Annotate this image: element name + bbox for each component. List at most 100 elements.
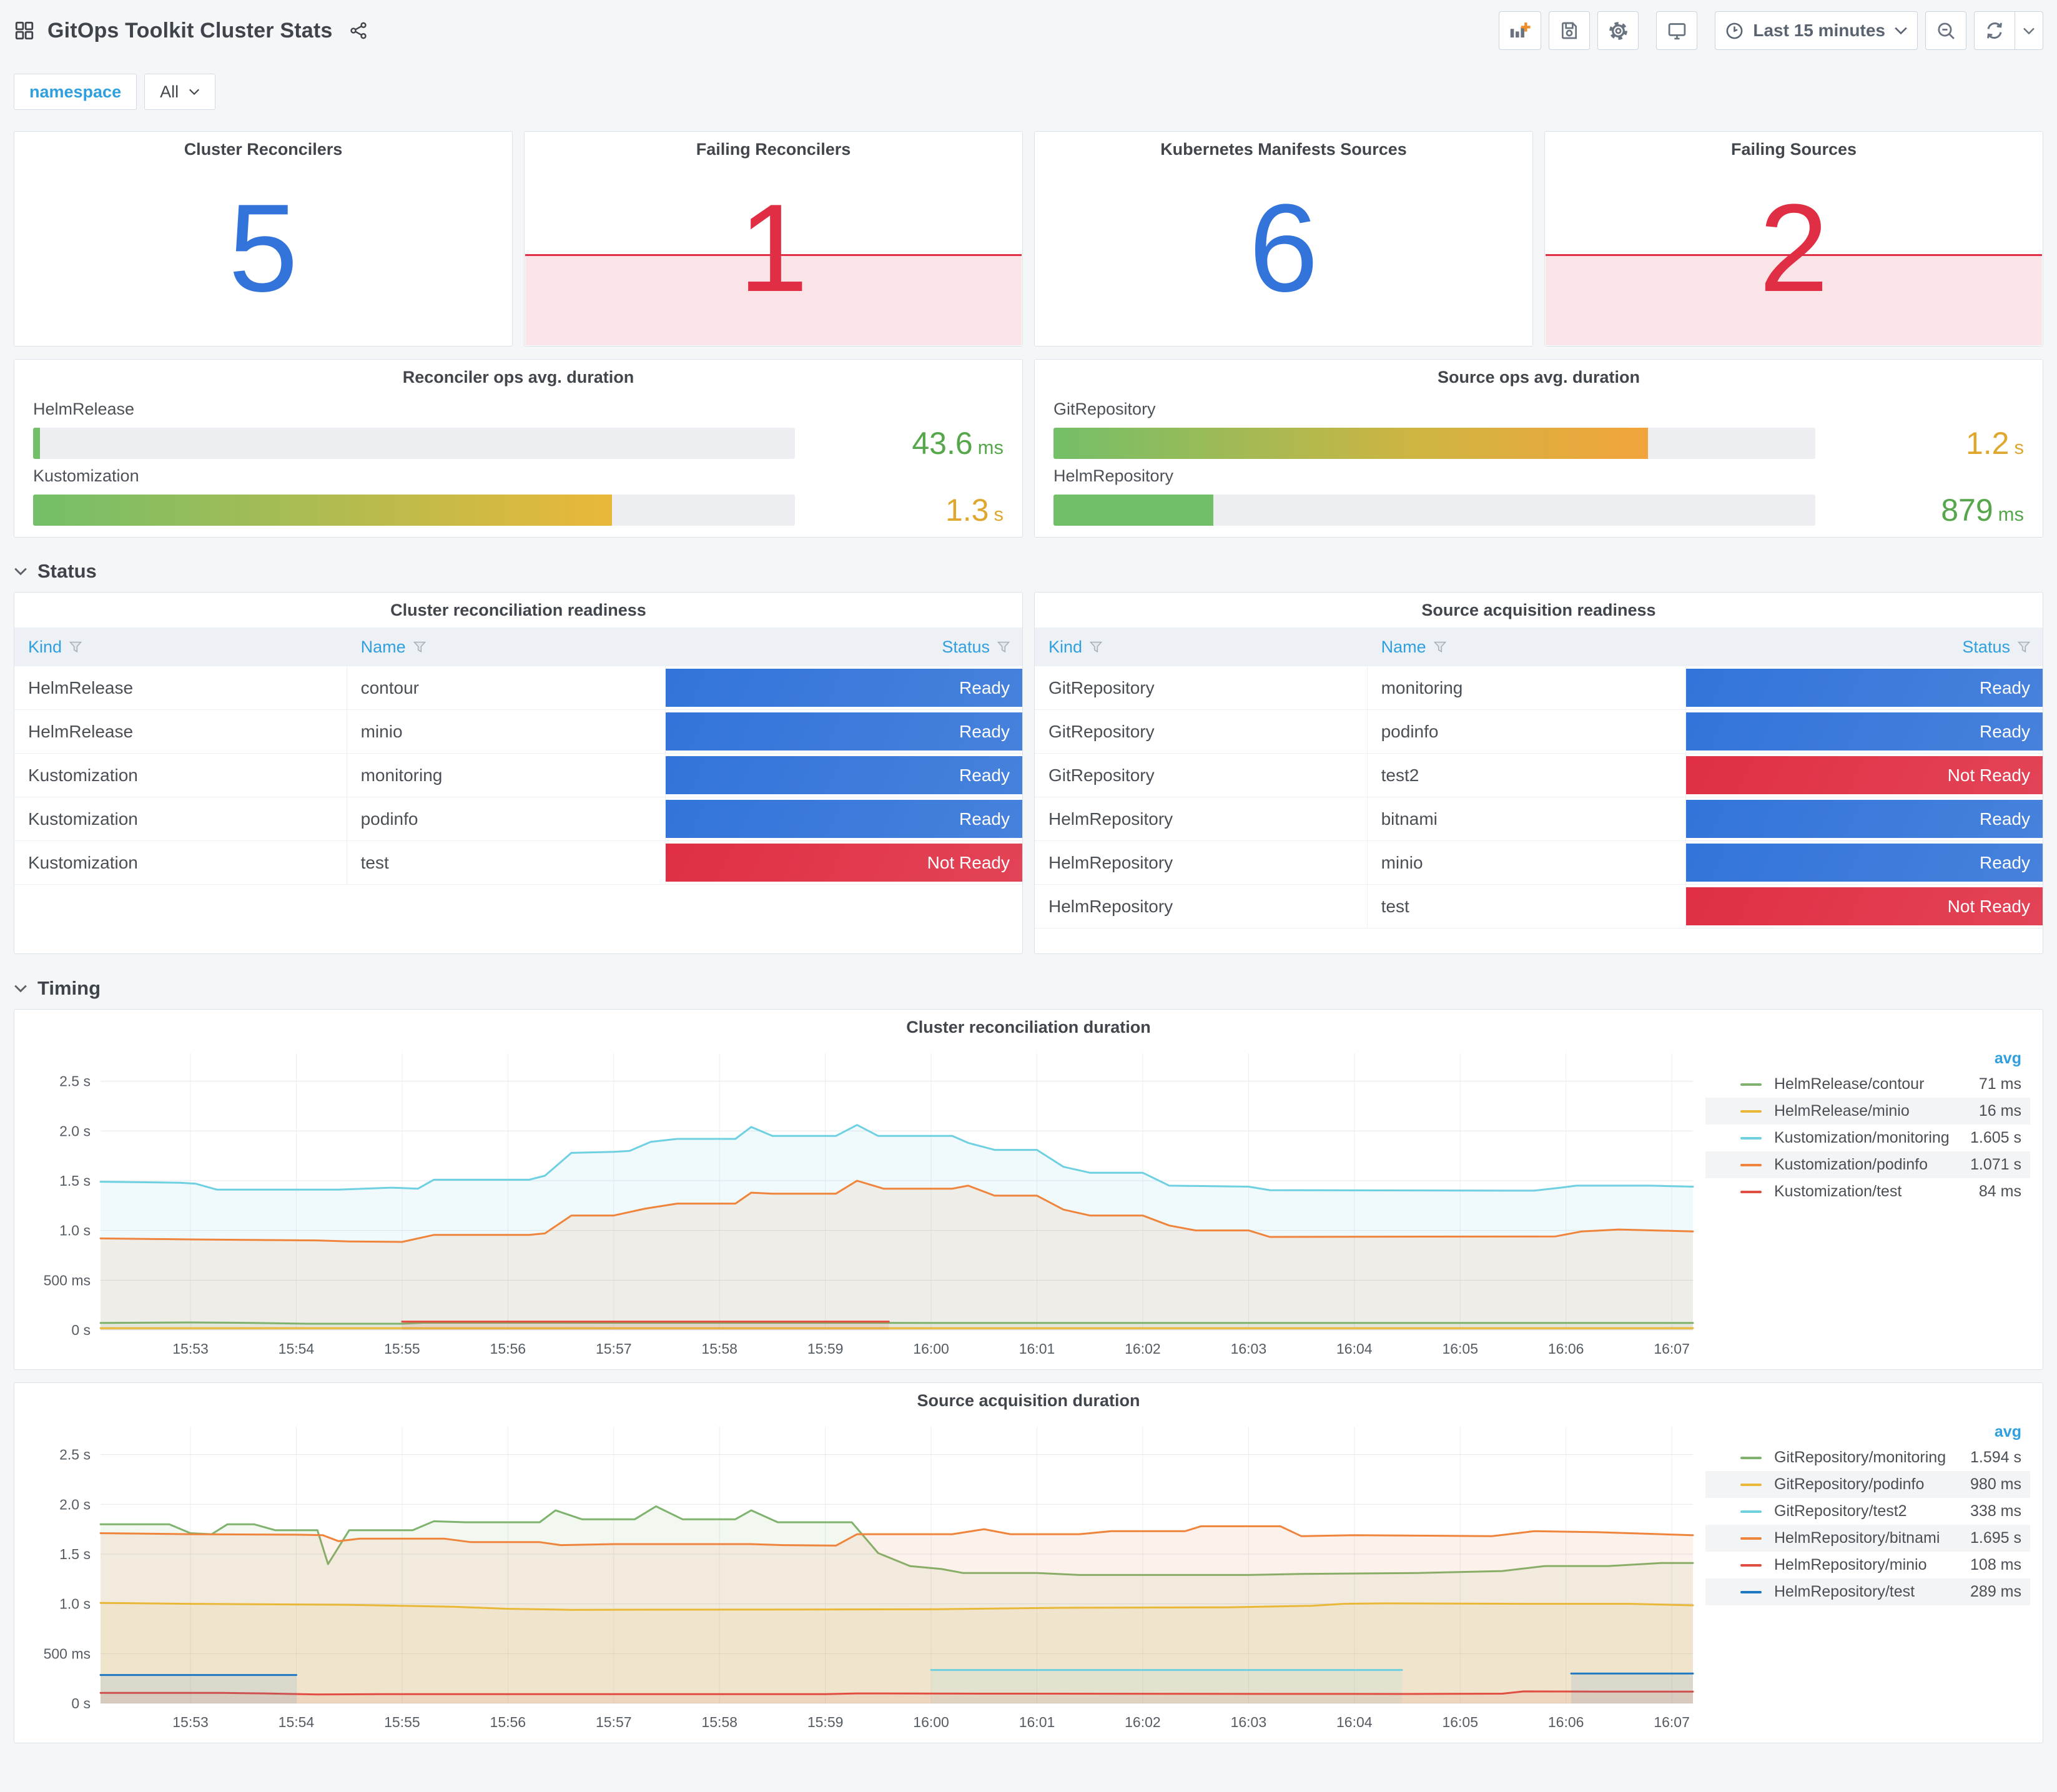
table-row: GitRepository test2 Not Ready xyxy=(1035,754,2043,797)
status-badge: Not Ready xyxy=(1685,756,2043,794)
svg-text:15:53: 15:53 xyxy=(172,1341,209,1357)
dashboard-settings-button[interactable] xyxy=(1597,11,1639,50)
svg-text:1.0 s: 1.0 s xyxy=(59,1596,91,1612)
bar-gauge-row: HelmRelease 43.6 ms xyxy=(33,400,1004,461)
status-badge: Ready xyxy=(665,800,1022,838)
chevron-down-icon xyxy=(14,568,27,576)
dashboard-grid-icon[interactable] xyxy=(14,20,35,41)
legend-item[interactable]: Kustomization/podinfo 1.071 s xyxy=(1705,1151,2030,1178)
chevron-down-icon xyxy=(1895,27,1907,35)
panel-title[interactable]: Reconciler ops avg. duration xyxy=(14,360,1022,395)
cell-status: Ready xyxy=(665,710,1022,753)
filter-funnel-icon[interactable] xyxy=(997,641,1010,653)
panel-title[interactable]: Cluster Reconcilers xyxy=(14,132,512,167)
svg-text:16:02: 16:02 xyxy=(1125,1341,1161,1357)
legend-item[interactable]: HelmRelease/contour 71 ms xyxy=(1705,1071,2030,1098)
filter-funnel-icon[interactable] xyxy=(69,641,82,653)
svg-text:15:54: 15:54 xyxy=(279,1341,315,1357)
namespace-variable-select[interactable]: All xyxy=(144,74,216,110)
column-header-label: Status xyxy=(942,637,990,656)
bar-gauge-row: GitRepository 1.2 s xyxy=(1053,400,2024,461)
refresh-button[interactable] xyxy=(1975,12,2015,49)
table-row: Kustomization test Not Ready xyxy=(14,841,1022,885)
legend-item[interactable]: HelmRepository/test 289 ms xyxy=(1705,1578,2030,1605)
bar-gauge-row: Kustomization 1.3 s xyxy=(33,466,1004,528)
panel-title[interactable]: Source ops avg. duration xyxy=(1035,360,2043,395)
legend-series-swatch xyxy=(1740,1563,1762,1567)
legend-item[interactable]: HelmRepository/bitnami 1.695 s xyxy=(1705,1525,2030,1552)
panel-title[interactable]: Source acquisition readiness xyxy=(1035,593,2043,628)
refresh-interval-dropdown[interactable] xyxy=(2015,12,2043,49)
legend-item[interactable]: Kustomization/monitoring 1.605 s xyxy=(1705,1125,2030,1151)
time-series-plot: 15:53 15:54 15:55 15:56 15:57 15:58 15:59 16:00… xyxy=(44,1427,1694,1730)
stat-value: 2 xyxy=(1759,178,1829,318)
cell-status: Ready xyxy=(1685,710,2043,753)
filter-funnel-icon[interactable] xyxy=(2017,641,2030,653)
column-header-kind[interactable]: Kind xyxy=(1035,638,1368,657)
cell-name: monitoring xyxy=(1368,666,1686,709)
legend-series-swatch xyxy=(1740,1163,1762,1166)
legend-series-avg: 980 ms xyxy=(1970,1475,2021,1493)
bar-gauge-value-number: 1.2 xyxy=(1965,426,2010,461)
svg-text:16:07: 16:07 xyxy=(1654,1714,1690,1730)
gear-icon xyxy=(1609,21,1627,40)
monitor-icon xyxy=(1668,22,1686,39)
bar-gauge-body: HelmRelease 43.6 ms Kustomization 1.3 s xyxy=(14,400,1022,537)
legend-item[interactable]: GitRepository/test2 338 ms xyxy=(1705,1498,2030,1525)
column-header-status[interactable]: Status xyxy=(1686,638,2043,657)
column-header-status[interactable]: Status xyxy=(666,638,1022,657)
time-range-picker[interactable]: Last 15 minutes xyxy=(1715,11,1918,50)
legend-item[interactable]: HelmRepository/minio 108 ms xyxy=(1705,1552,2030,1578)
legend-series-avg: 108 ms xyxy=(1970,1556,2021,1573)
table-row: Kustomization monitoring Ready xyxy=(14,754,1022,797)
legend-item[interactable]: GitRepository/podinfo 980 ms xyxy=(1705,1471,2030,1498)
filter-funnel-icon[interactable] xyxy=(1433,641,1446,653)
bar-gauge-label: Kustomization xyxy=(33,466,139,485)
legend-series-name: HelmRepository/test xyxy=(1774,1583,1915,1600)
panel-title[interactable]: Source acquisition duration xyxy=(14,1383,2043,1418)
legend-item[interactable]: HelmRelease/minio 16 ms xyxy=(1705,1098,2030,1125)
section-header-status[interactable]: Status xyxy=(14,557,2043,586)
table-row: GitRepository podinfo Ready xyxy=(1035,710,2043,754)
time-range-label: Last 15 minutes xyxy=(1753,21,1885,40)
svg-text:15:53: 15:53 xyxy=(172,1714,209,1730)
add-panel-button[interactable] xyxy=(1499,11,1542,50)
bar-gauge-panel: Source ops avg. duration GitRepository 1.2… xyxy=(1034,359,2043,538)
cell-name: monitoring xyxy=(347,754,666,797)
table-row: Kustomization podinfo Ready xyxy=(14,797,1022,841)
bar-gauge-label: HelmRepository xyxy=(1053,466,1174,485)
share-icon[interactable] xyxy=(348,21,368,41)
dashboard-toolbar: Last 15 minutes xyxy=(1491,11,2043,50)
dashboard-page: GitOps Toolkit Cluster Stats Last 15 min… xyxy=(0,0,2057,1758)
filter-funnel-icon[interactable] xyxy=(1090,641,1103,653)
tv-mode-button[interactable] xyxy=(1656,11,1698,50)
panel-title[interactable]: Failing Reconcilers xyxy=(525,132,1022,167)
chevron-down-icon xyxy=(2023,27,2035,34)
filter-funnel-icon[interactable] xyxy=(413,641,426,653)
column-header-label: Name xyxy=(1381,637,1426,656)
section-header-timing[interactable]: Timing xyxy=(14,974,2043,1003)
legend-series-name: GitRepository/monitoring xyxy=(1774,1449,1946,1466)
timing-charts: Cluster reconciliation duration 15:53 15:5… xyxy=(14,1009,2043,1743)
panel-title[interactable]: Kubernetes Manifests Sources xyxy=(1035,132,1532,167)
svg-text:15:55: 15:55 xyxy=(384,1714,420,1730)
column-header-kind[interactable]: Kind xyxy=(14,638,347,657)
zoom-out-button[interactable] xyxy=(1925,11,1966,50)
cell-name: podinfo xyxy=(1368,710,1686,753)
panel-title[interactable]: Cluster reconciliation duration xyxy=(14,1010,2043,1045)
panel-title[interactable]: Cluster reconciliation readiness xyxy=(14,593,1022,628)
cell-kind: Kustomization xyxy=(14,754,347,797)
panel-title[interactable]: Failing Sources xyxy=(1545,132,2043,167)
svg-text:16:00: 16:00 xyxy=(913,1341,949,1357)
status-badge: Not Ready xyxy=(665,844,1022,882)
column-header-name[interactable]: Name xyxy=(347,638,666,657)
cell-name: bitnami xyxy=(1368,797,1686,840)
legend-item[interactable]: GitRepository/monitoring 1.594 s xyxy=(1705,1444,2030,1471)
column-header-name[interactable]: Name xyxy=(1368,638,1686,657)
table-row: HelmRepository test Not Ready xyxy=(1035,885,2043,928)
legend-item[interactable]: Kustomization/test 84 ms xyxy=(1705,1178,2030,1205)
cell-kind: HelmRepository xyxy=(1035,841,1368,884)
legend-series-name: Kustomization/monitoring xyxy=(1774,1129,1950,1146)
stat-value: 1 xyxy=(738,178,809,318)
save-dashboard-button[interactable] xyxy=(1549,11,1591,50)
